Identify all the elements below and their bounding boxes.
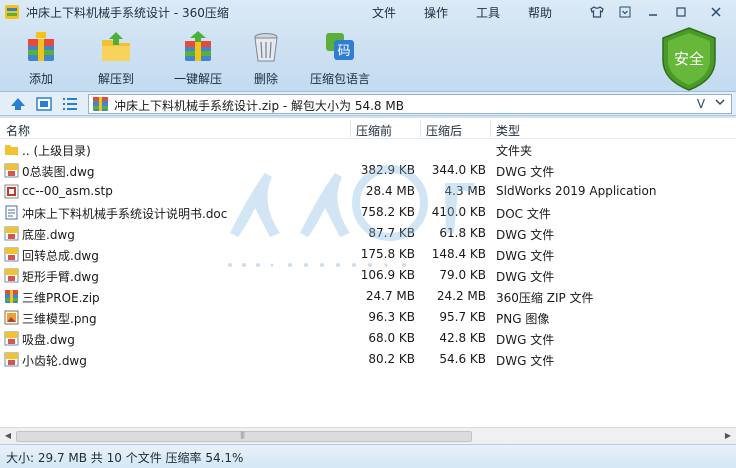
column-type[interactable]: 类型 xyxy=(496,122,520,139)
list-item[interactable]: 底座.dwg 87.7 KB 61.8 KB DWG 文件 xyxy=(0,223,736,244)
dwg-file-icon xyxy=(4,247,19,262)
svg-text:安全: 安全 xyxy=(674,50,704,68)
list-view-icon[interactable] xyxy=(62,96,78,112)
svg-text:码: 码 xyxy=(337,44,350,59)
skin-shirt-icon[interactable] xyxy=(586,3,608,21)
list-item[interactable]: 三维模型.png 96.3 KB 95.7 KB PNG 图像 xyxy=(0,307,736,328)
column-uncompressed[interactable]: 压缩后 xyxy=(426,122,462,139)
add-archive-icon xyxy=(28,32,54,61)
png-file-icon xyxy=(4,310,19,325)
address-dropdown-icon[interactable] xyxy=(712,96,728,112)
horizontal-scrollbar[interactable]: ◀ ||| ▶ xyxy=(0,427,736,444)
column-compressed[interactable]: 压缩前 xyxy=(356,122,392,139)
dwg-file-icon xyxy=(4,226,19,241)
list-item[interactable]: 0总装图.dwg 382.9 KB 344.0 KB DWG 文件 xyxy=(0,160,736,181)
stp-file-icon xyxy=(4,184,19,199)
archive-language-icon: 码 xyxy=(326,33,354,60)
menu-operate[interactable]: 操作 xyxy=(424,4,448,21)
doc-file-icon xyxy=(5,205,18,220)
extract-to-button[interactable]: 解压到 xyxy=(76,28,156,88)
menu-help[interactable]: 帮助 xyxy=(528,4,552,21)
folder-icon xyxy=(5,145,18,155)
window-title: 冲床上下料机械手系统设计 - 360压缩 xyxy=(26,6,229,20)
list-item[interactable]: 冲床上下料机械手系统设计说明书.doc 758.2 KB 410.0 KB DO… xyxy=(0,202,736,223)
dwg-file-icon xyxy=(4,163,19,178)
archive-language-button[interactable]: 码 压缩包语言 xyxy=(300,28,380,88)
scroll-grip-icon: ||| xyxy=(240,431,245,439)
address-path: 冲床上下料机械手系统设计.zip - 解包大小为 54.8 MB xyxy=(114,99,404,113)
column-name[interactable]: 名称 xyxy=(6,122,30,139)
close-icon[interactable] xyxy=(702,3,730,21)
dwg-file-icon xyxy=(4,352,19,367)
maximize-icon[interactable] xyxy=(670,3,692,21)
address-bar-row: 冲床上下料机械手系统设计.zip - 解包大小为 54.8 MB V xyxy=(0,92,736,116)
address-field[interactable]: 冲床上下料机械手系统设计.zip - 解包大小为 54.8 MB V xyxy=(88,94,732,114)
list-item[interactable]: cc--00_asm.stp 28.4 MB 4.3 MB SldWorks 2… xyxy=(0,181,736,202)
menu-file[interactable]: 文件 xyxy=(372,4,396,21)
status-bar: 大小: 29.7 MB 共 10 个文件 压缩率 54.1% xyxy=(0,444,736,468)
dwg-file-icon xyxy=(4,331,19,346)
dwg-file-icon xyxy=(4,268,19,283)
delete-button[interactable]: 删除 xyxy=(226,28,306,88)
list-item[interactable]: .. (上级目录) 文件夹 xyxy=(0,139,736,160)
file-list: 名称 压缩前 压缩后 类型 .. (上级目录) 文件夹 0总装图.dwg 382… xyxy=(0,117,736,427)
list-item[interactable]: 小齿轮.dwg 80.2 KB 54.6 KB DWG 文件 xyxy=(0,349,736,370)
zip-archive-icon xyxy=(93,97,108,111)
history-dropdown-icon[interactable]: V xyxy=(693,96,709,112)
list-item[interactable]: 回转总成.dwg 175.8 KB 148.4 KB DWG 文件 xyxy=(0,244,736,265)
delete-icon xyxy=(254,33,278,62)
security-shield-icon[interactable]: 安全 xyxy=(660,26,718,92)
minimize-icon[interactable] xyxy=(642,3,664,21)
scroll-left-icon[interactable]: ◀ xyxy=(2,430,14,442)
one-click-extract-icon xyxy=(185,31,211,61)
list-item[interactable]: 三维PROE.zip 24.7 MB 24.2 MB 360压缩 ZIP 文件 xyxy=(0,286,736,307)
zip-file-icon xyxy=(5,290,18,303)
title-toolbar-area: 冲床上下料机械手系统设计 - 360压缩 文件 操作 工具 帮助 添加 解压到 … xyxy=(0,0,736,92)
add-button[interactable]: 添加 xyxy=(1,28,81,88)
list-item[interactable]: 矩形手臂.dwg 106.9 KB 79.0 KB DWG 文件 xyxy=(0,265,736,286)
large-icon-view-icon[interactable] xyxy=(36,96,52,112)
column-header: 名称 压缩前 压缩后 类型 xyxy=(0,118,736,139)
status-text: 大小: 29.7 MB 共 10 个文件 压缩率 54.1% xyxy=(6,451,244,465)
list-item[interactable]: 吸盘.dwg 68.0 KB 42.8 KB DWG 文件 xyxy=(0,328,736,349)
menu-dropdown-icon[interactable] xyxy=(614,3,636,21)
app-logo-icon xyxy=(5,5,19,19)
scroll-right-icon[interactable]: ▶ xyxy=(722,430,734,442)
menu-tools[interactable]: 工具 xyxy=(476,4,500,21)
extract-to-icon xyxy=(102,32,130,61)
up-arrow-icon[interactable] xyxy=(10,96,26,112)
